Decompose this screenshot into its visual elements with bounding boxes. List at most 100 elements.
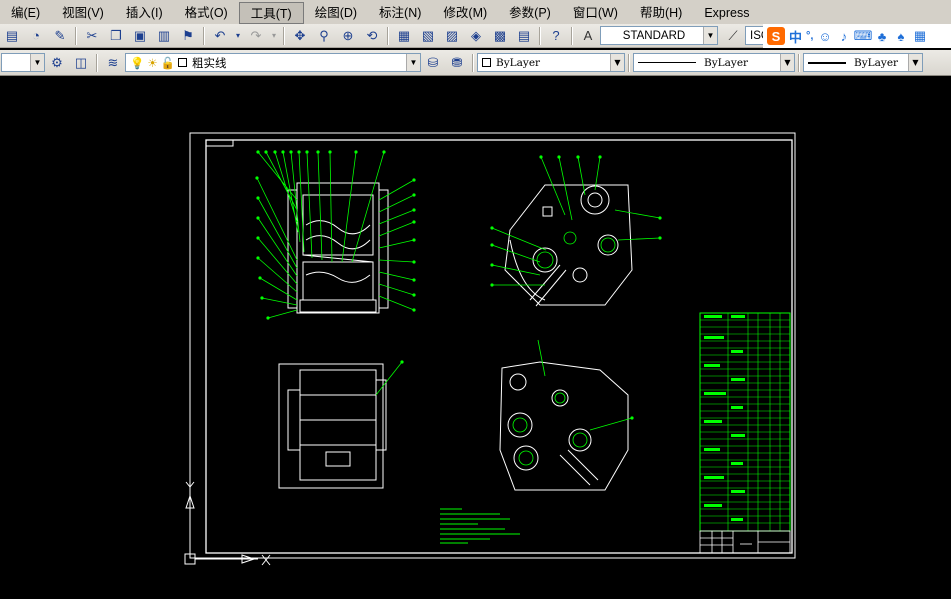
menu-view[interactable]: 视图(V) [51,2,115,24]
help-icon[interactable]: ? [545,26,567,46]
microphone-icon[interactable]: ♪ [836,29,851,44]
undo-dropdown-icon[interactable]: ▾ [233,26,243,46]
workspace-icon[interactable]: ◫ [70,53,92,73]
view-section-leader-dot [630,416,634,420]
front-lower-chamber [302,261,374,301]
layer-select[interactable]: 💡 ☀ 🔓 粗实线 ▼ [125,53,421,72]
settings-gear-icon[interactable]: ⚙ [46,53,68,73]
view-top [278,363,387,489]
zoom-previous-icon[interactable]: ⟲ [361,26,383,46]
ime-toolbar: S 中 °, ☺ ♪ ⌨ ♣ ♠ ▦ [763,24,951,48]
section-gear-1 [507,412,533,438]
match-properties-icon[interactable]: ▥ [153,26,175,46]
sogou-logo-icon[interactable]: S [767,27,785,45]
sheet-inner-border [205,139,793,554]
section-body-outline [499,361,629,491]
toolbar-separator [75,26,77,45]
ime-language-toggle[interactable]: 中 [789,27,802,46]
make-current-layer-icon[interactable]: ⛁ [422,53,444,73]
chevron-down-icon[interactable]: ▼ [610,54,624,71]
sheet-outer-border [189,132,796,559]
paste-icon[interactable]: ▣ [129,26,151,46]
ime-punctuation-toggle[interactable]: °, [806,30,813,42]
color-select[interactable]: ByLayer ▼ [477,53,625,72]
menu-bar: 编(E) 视图(V) 插入(I) 格式(O) 工具(T) 绘图(D) 标注(N)… [0,0,951,26]
menu-window[interactable]: 窗口(W) [562,2,629,24]
tshirt-icon[interactable]: ♠ [893,29,908,44]
skin-icon[interactable]: ♣ [874,29,889,44]
redo-icon[interactable]: ↷ [245,26,267,46]
sheet-set-icon[interactable]: ◈ [465,26,487,46]
menu-insert[interactable]: 插入(I) [115,2,174,24]
toolbar-separator [798,53,800,72]
view-front-leader-dots [255,150,416,320]
layer-previous-icon[interactable]: ⛃ [446,53,468,73]
toolbar-separator [628,53,630,72]
top-body [299,369,377,481]
menu-edit[interactable]: 编(E) [0,2,51,24]
linetype-select[interactable]: ByLayer ▼ [633,53,795,72]
lineweight-select[interactable]: ByLayer ▼ [803,53,923,72]
chevron-down-icon[interactable]: ▼ [30,54,44,71]
chevron-down-icon[interactable]: ▼ [908,54,922,71]
menu-draw[interactable]: 绘图(D) [304,2,368,24]
calculator-icon[interactable]: ▤ [513,26,535,46]
dim-style-icon[interactable]: ⟋ [722,26,744,46]
tool-palettes-icon[interactable]: ▨ [441,26,463,46]
layer-properties-icon[interactable]: ≋ [102,53,124,73]
cut-icon[interactable]: ✂ [81,26,103,46]
grid-menu-icon[interactable]: ▦ [912,28,927,44]
new-icon[interactable]: ▤ [1,26,23,46]
lineweight-value: ByLayer [854,56,899,69]
sun-icon: ☀ [147,57,158,70]
toolbar-separator [203,26,205,45]
menu-help[interactable]: 帮助(H) [629,2,693,24]
view-top-leader-dot [400,360,404,364]
chevron-down-icon[interactable]: ▼ [703,27,717,44]
toolbar-separator [96,53,98,72]
layers-toolbar: ▼ ⚙ ◫ ≋ 💡 ☀ 🔓 粗实线 ▼ ⛁ ⛃ ByLayer ▼ ByLaye… [0,50,951,76]
color-value: ByLayer [496,56,541,69]
undo-icon[interactable]: ↶ [209,26,231,46]
toolbar-separator [283,26,285,45]
technical-notes [440,508,520,544]
emoji-icon[interactable]: ☺ [817,29,832,44]
menu-tools[interactable]: 工具(T) [238,1,304,24]
open-icon[interactable]: ◔ [25,26,47,46]
section-gear-3 [509,373,527,391]
view-section [499,361,629,491]
top-right-motor [375,379,387,451]
save-icon[interactable]: ✎ [49,26,71,46]
drawing-canvas[interactable] [0,77,951,599]
menu-modify[interactable]: 修改(M) [432,2,498,24]
view-front-leaders [256,151,415,319]
section-gear-5 [551,389,569,407]
copy-icon[interactable]: ❐ [105,26,127,46]
menu-express[interactable]: Express [693,2,760,24]
frame-corner-mark [205,140,234,147]
menu-dimension[interactable]: 标注(N) [368,2,432,24]
design-center-icon[interactable]: ▧ [417,26,439,46]
view-side-leader-dots [490,155,662,287]
toolbar-separator [539,26,541,45]
zoom-window-icon[interactable]: ⊕ [337,26,359,46]
zoom-realtime-icon[interactable]: ⚲ [313,26,335,46]
properties-icon[interactable]: ▦ [393,26,415,46]
menu-parametric[interactable]: 参数(P) [498,2,562,24]
block-editor-icon[interactable]: ⚑ [177,26,199,46]
chevron-down-icon[interactable]: ▼ [780,54,794,71]
bulb-icon: 💡 [130,57,145,70]
text-style-select[interactable]: STANDARD ▼ [600,26,718,45]
view-section-greens [512,339,633,466]
toolbar-separator [472,53,474,72]
markup-icon[interactable]: ▩ [489,26,511,46]
keyboard-icon[interactable]: ⌨ [854,28,873,44]
chevron-down-icon[interactable]: ▼ [406,54,420,71]
text-style-icon[interactable]: A [577,26,599,46]
redo-dropdown-icon[interactable]: ▾ [269,26,279,46]
pan-icon[interactable]: ✥ [289,26,311,46]
workspace-select[interactable]: ▼ [1,53,45,72]
menu-format[interactable]: 格式(O) [174,2,239,24]
toolbar-separator [571,26,573,45]
parts-list [699,312,791,532]
